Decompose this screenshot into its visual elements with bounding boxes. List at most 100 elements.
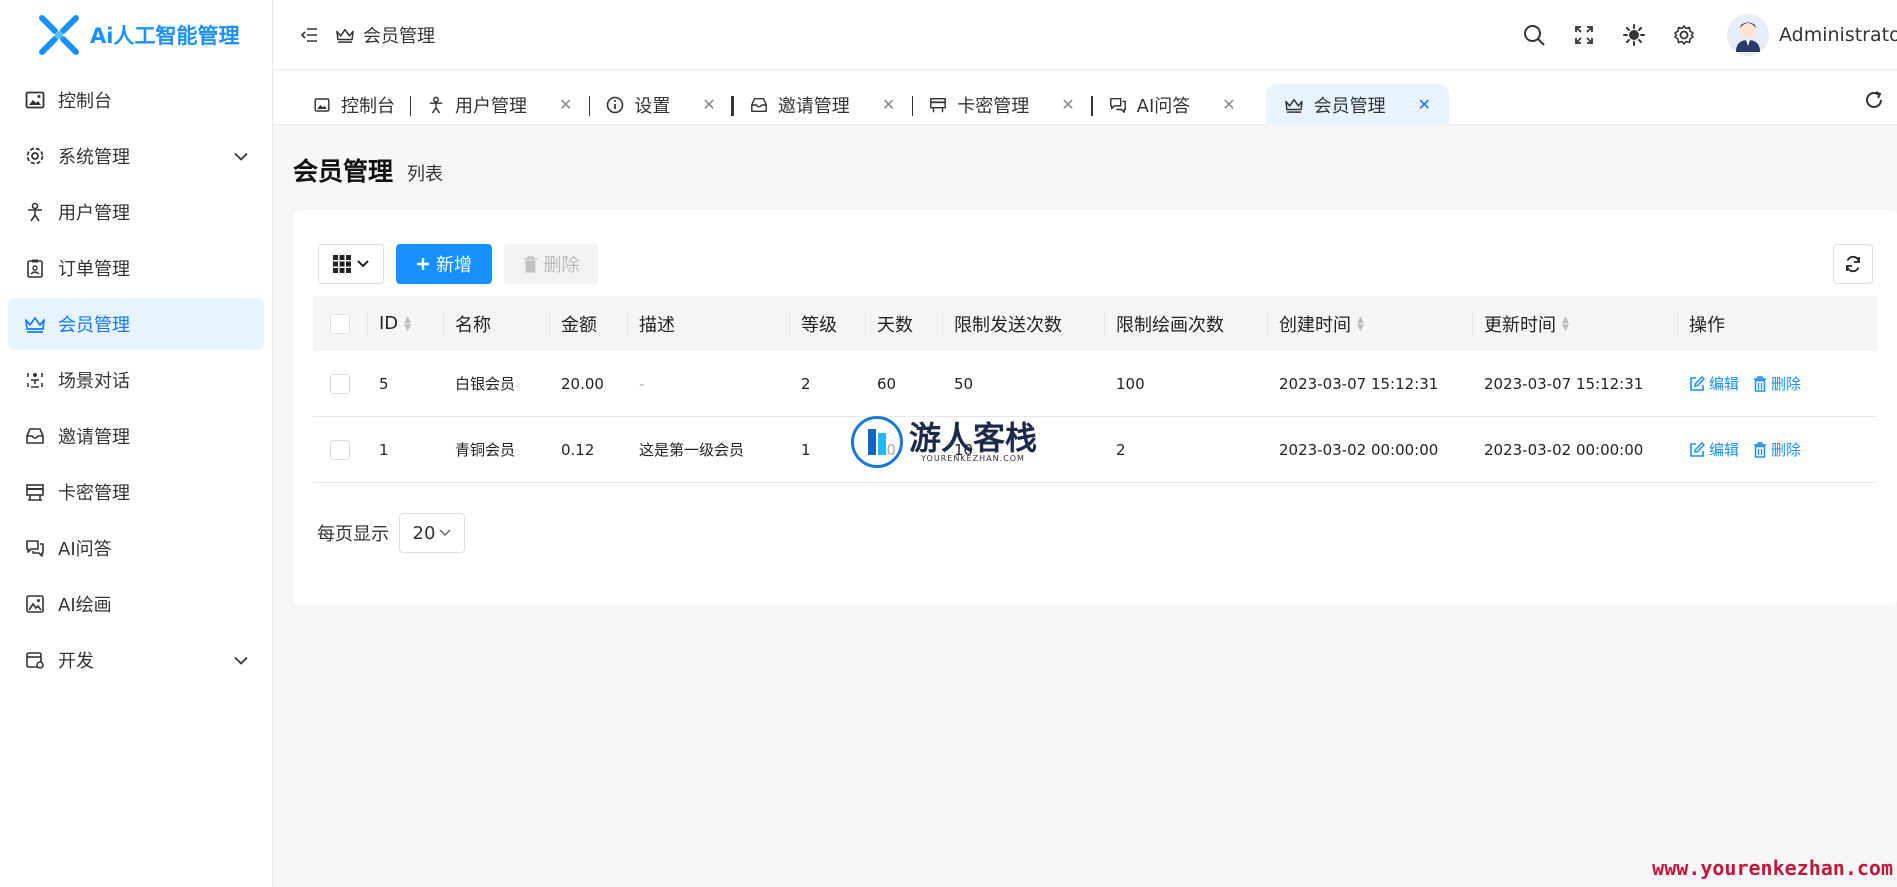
user-menu[interactable]: Administrator xyxy=(1727,14,1897,56)
trash-icon xyxy=(1754,375,1767,392)
close-icon[interactable]: ✕ xyxy=(702,95,715,114)
sidebar-item-label: 开发 xyxy=(58,651,94,672)
search-button[interactable] xyxy=(1509,10,1559,60)
sidebar-item-label: 邀请管理 xyxy=(58,427,130,448)
tab-ai-qa[interactable]: AI问答 ✕ xyxy=(1093,84,1266,125)
sort-icon[interactable]: ▲ ▼ xyxy=(404,315,411,332)
sidebar-item-users[interactable]: 用户管理 xyxy=(8,186,264,238)
tab-label: 设置 xyxy=(634,95,671,117)
column-header-id[interactable]: ID ▲ ▼ xyxy=(367,296,443,351)
delete-button[interactable]: 删除 xyxy=(504,244,598,284)
row-select-cell xyxy=(313,417,367,482)
sidebar-item-orders[interactable]: 订单管理 xyxy=(8,242,264,294)
row-delete-button[interactable]: 删除 xyxy=(1753,439,1801,460)
row-checkbox[interactable] xyxy=(330,373,350,394)
person-icon xyxy=(24,201,46,223)
page-size-select[interactable]: 20 xyxy=(399,513,465,553)
collapse-menu-button[interactable] xyxy=(285,15,335,55)
add-button-label: 新增 xyxy=(436,255,472,276)
username: Administrator xyxy=(1779,24,1897,46)
sidebar-item-invites[interactable]: 邀请管理 xyxy=(8,410,264,462)
tab-invites[interactable]: 邀请管理 ✕ xyxy=(734,84,914,125)
sidebar-item-label: 卡密管理 xyxy=(58,483,130,504)
tab-settings[interactable]: 设置 ✕ xyxy=(590,84,734,125)
picture-icon xyxy=(24,593,46,615)
tab-members[interactable]: 会员管理 ✕ xyxy=(1265,84,1450,125)
row-delete-button[interactable]: 删除 xyxy=(1753,373,1801,394)
edit-label: 编辑 xyxy=(1709,375,1740,393)
row-checkbox[interactable] xyxy=(330,439,350,460)
column-title: 金额 xyxy=(561,314,597,336)
close-icon[interactable]: ✕ xyxy=(1418,95,1431,114)
edit-button[interactable]: 编辑 xyxy=(1689,373,1739,394)
column-header-draw-limit: 限制绘画次数 xyxy=(1104,296,1267,351)
crown-icon xyxy=(24,313,46,335)
refresh-icon xyxy=(1866,91,1882,108)
sidebar-item-ai-qa[interactable]: AI问答 xyxy=(8,522,264,574)
sidebar-item-members[interactable]: 会员管理 xyxy=(8,298,264,350)
theme-toggle-button[interactable] xyxy=(1609,10,1659,60)
column-title: 创建时间 xyxy=(1279,314,1351,336)
sidebar-item-label: 场景对话 xyxy=(58,371,130,392)
refresh-icon xyxy=(1846,255,1860,273)
settings-button[interactable] xyxy=(1659,10,1709,60)
tab-bar: 控制台 用户管理 ✕ 设置 ✕ 邀请管理 ✕ 卡密管理 ✕ AI问答 ✕ 会员管… xyxy=(273,71,1897,125)
page-title: 会员管理 xyxy=(293,157,394,186)
cell-name: 白银会员 xyxy=(455,375,516,393)
image-icon xyxy=(24,89,46,111)
column-header-created[interactable]: 创建时间 ▲ ▼ xyxy=(1267,296,1472,351)
cell-draw-limit: 2 xyxy=(1116,440,1126,459)
column-header-name: 名称 xyxy=(443,296,549,351)
app-title: Ai人工智能管理 xyxy=(90,24,240,48)
card-icon xyxy=(24,481,46,503)
column-header-days: 天数 xyxy=(865,296,942,351)
columns-button[interactable] xyxy=(318,244,384,284)
fullscreen-button[interactable] xyxy=(1559,10,1609,60)
tab-cards[interactable]: 卡密管理 ✕ xyxy=(913,84,1093,125)
tab-label: 控制台 xyxy=(341,95,395,117)
cell-amount: 20.00 xyxy=(561,374,604,393)
close-icon[interactable]: ✕ xyxy=(1222,95,1235,114)
watermark-url: www.yourenkezhan.com xyxy=(1652,856,1893,880)
cell-id: 5 xyxy=(379,374,389,393)
inbox-icon xyxy=(24,425,46,447)
edit-button[interactable]: 编辑 xyxy=(1689,439,1739,460)
close-icon[interactable]: ✕ xyxy=(559,95,572,114)
gear-icon xyxy=(1674,25,1694,45)
column-header-updated[interactable]: 更新时间 ▲ ▼ xyxy=(1472,296,1677,351)
sort-icon[interactable]: ▲ ▼ xyxy=(1357,315,1364,332)
sidebar-item-cards[interactable]: 卡密管理 xyxy=(8,466,264,518)
sidebar-item-system[interactable]: 系统管理 xyxy=(8,130,264,182)
plus-icon xyxy=(417,258,429,270)
sidebar-item-dashboard[interactable]: 控制台 xyxy=(8,74,264,126)
select-all-checkbox[interactable] xyxy=(330,313,350,334)
refresh-table-button[interactable] xyxy=(1833,244,1873,284)
sidebar-item-scenes[interactable]: 场景对话 xyxy=(8,354,264,406)
close-icon[interactable]: ✕ xyxy=(882,95,895,114)
tab-users[interactable]: 用户管理 ✕ xyxy=(411,84,591,125)
close-icon[interactable]: ✕ xyxy=(1061,95,1074,114)
tab-dashboard[interactable]: 控制台 xyxy=(313,84,411,125)
card-icon xyxy=(930,97,947,112)
app-logo[interactable]: Ai人工智能管理 xyxy=(0,0,272,70)
sidebar-item-dev[interactable]: 开发 xyxy=(8,634,264,686)
sort-icon[interactable]: ▲ ▼ xyxy=(1562,315,1569,332)
cell-description: 这是第一级会员 xyxy=(639,441,745,459)
reload-tab-button[interactable] xyxy=(1859,85,1889,115)
edit-label: 编辑 xyxy=(1709,441,1740,459)
trash-icon xyxy=(1754,441,1767,458)
add-button[interactable]: 新增 xyxy=(396,244,492,284)
tab-label: 用户管理 xyxy=(455,95,527,117)
delete-label: 删除 xyxy=(1771,441,1802,459)
sidebar: Ai人工智能管理 控制台 系统管理 用户管理 订单管理 会员管理 场景对话 邀请… xyxy=(0,0,273,887)
tab-list: 控制台 用户管理 ✕ 设置 ✕ 邀请管理 ✕ 卡密管理 ✕ AI问答 ✕ 会员管… xyxy=(313,84,1450,125)
sidebar-item-ai-draw[interactable]: AI绘画 xyxy=(8,578,264,630)
dev-icon xyxy=(24,649,46,671)
column-title: 更新时间 xyxy=(1484,314,1556,336)
fullscreen-icon xyxy=(1575,26,1593,44)
cell-updated: 2023-03-02 00:00:00 xyxy=(1484,440,1644,459)
chevron-down-icon xyxy=(439,529,451,537)
members-table: ID ▲ ▼ 名称 金额 描述 等级 天数 限制发送次数 限制绘画次数 创建时间 ▲ ▼… xyxy=(313,296,1877,483)
column-header-level: 等级 xyxy=(789,296,865,351)
cell-amount: 0.12 xyxy=(561,440,595,459)
